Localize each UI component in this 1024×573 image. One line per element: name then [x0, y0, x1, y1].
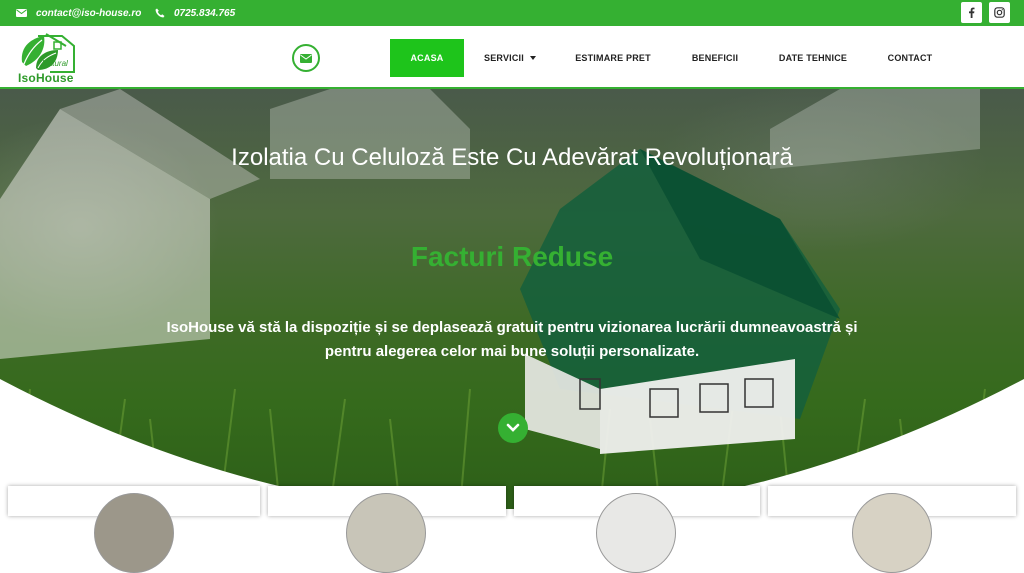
email-button[interactable]: [292, 44, 320, 72]
chevron-down-icon: [506, 423, 520, 432]
nav-beneficii[interactable]: BENEFICII: [680, 39, 750, 77]
logo-tagline: Natural: [42, 59, 68, 68]
nav-acasa[interactable]: ACASA: [390, 39, 464, 77]
instagram-icon: [994, 7, 1005, 18]
contact-phone-text[interactable]: 0725.834.765: [174, 8, 235, 19]
envelope-icon: [300, 53, 312, 63]
facebook-button[interactable]: [961, 2, 982, 23]
nav-date-tehnice[interactable]: DATE TEHNICE: [770, 39, 856, 77]
instagram-button[interactable]: [989, 2, 1010, 23]
service-card[interactable]: [514, 486, 760, 573]
card-image: [94, 493, 174, 573]
nav-acasa-label: ACASA: [410, 53, 444, 63]
nav-servicii-label: SERVICII: [484, 53, 524, 63]
top-bar: contact@iso-house.ro 0725.834.765: [0, 0, 1024, 26]
nav-contact-label: CONTACT: [887, 53, 933, 63]
hero-bottom-curve: [0, 379, 1024, 509]
contact-email[interactable]: contact@iso-house.ro: [16, 0, 141, 26]
envelope-icon: [16, 9, 27, 17]
caret-down-icon: [529, 56, 536, 60]
contact-phone[interactable]: 0725.834.765: [155, 0, 235, 26]
service-card[interactable]: [8, 486, 260, 573]
nav-beneficii-label: BENEFICII: [691, 53, 739, 63]
main-navbar: Natural IsoHouse ACASA SERVICII ESTIMARE…: [0, 26, 1024, 89]
logo-name[interactable]: IsoHouse: [18, 71, 74, 85]
card-image: [596, 493, 676, 573]
service-card[interactable]: [268, 486, 506, 573]
card-image: [346, 493, 426, 573]
service-card[interactable]: [768, 486, 1016, 573]
nav-contact[interactable]: CONTACT: [876, 39, 944, 77]
scroll-down-button[interactable]: [498, 413, 528, 443]
nav-estimare-pret-label: ESTIMARE PRET: [575, 53, 651, 63]
hero-section: Izolatia Cu Celuloză Este Cu Adevărat Re…: [0, 89, 1024, 509]
nav-servicii[interactable]: SERVICII: [474, 39, 546, 77]
nav-date-tehnice-label: DATE TEHNICE: [778, 53, 848, 63]
contact-email-text[interactable]: contact@iso-house.ro: [36, 8, 141, 19]
facebook-icon: [969, 7, 975, 18]
card-image: [852, 493, 932, 573]
phone-icon: [155, 8, 165, 18]
nav-estimare-pret[interactable]: ESTIMARE PRET: [566, 39, 660, 77]
